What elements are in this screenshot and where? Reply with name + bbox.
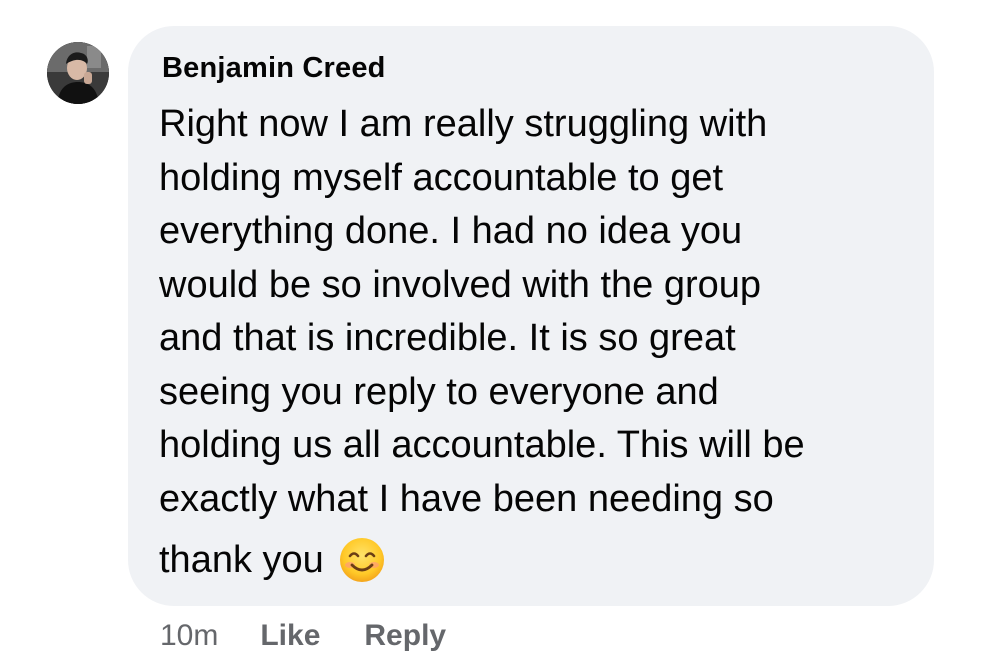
profile-photo-icon (47, 42, 109, 104)
comment-text-line: thank you (159, 538, 324, 581)
comment-text-line: Right now I am really struggling with (159, 103, 768, 145)
smiling-face-emoji-icon (338, 536, 386, 584)
comment-thread: Benjamin Creed Right now I am really str… (0, 0, 1000, 666)
comment-author-name[interactable]: Benjamin Creed (162, 52, 386, 85)
comment-timestamp[interactable]: 10m (160, 619, 218, 653)
comment-text-line: seeing you reply to everyone and (159, 370, 719, 413)
comment-bubble: Benjamin Creed Right now I am really str… (128, 26, 934, 606)
comment-text-line: would be so involved with the group (159, 263, 762, 306)
comment-text: Right now I am really struggling with ho… (159, 98, 919, 526)
reply-button[interactable]: Reply (364, 619, 446, 653)
comment-text-line: everything done. I had no idea you (159, 210, 743, 252)
avatar[interactable] (47, 42, 109, 104)
comment-text-line: holding myself accountable to get (159, 156, 724, 199)
comment-text-line: holding us all accountable. This will be (159, 424, 805, 466)
comment-text-last-line: thank you (159, 536, 386, 584)
comment-text-line: and that is incredible. It is so great (159, 317, 736, 359)
like-button[interactable]: Like (260, 619, 320, 653)
comment-actions: 10m Like Reply (160, 614, 490, 658)
comment-text-line: exactly what I have been needing so (159, 477, 774, 520)
